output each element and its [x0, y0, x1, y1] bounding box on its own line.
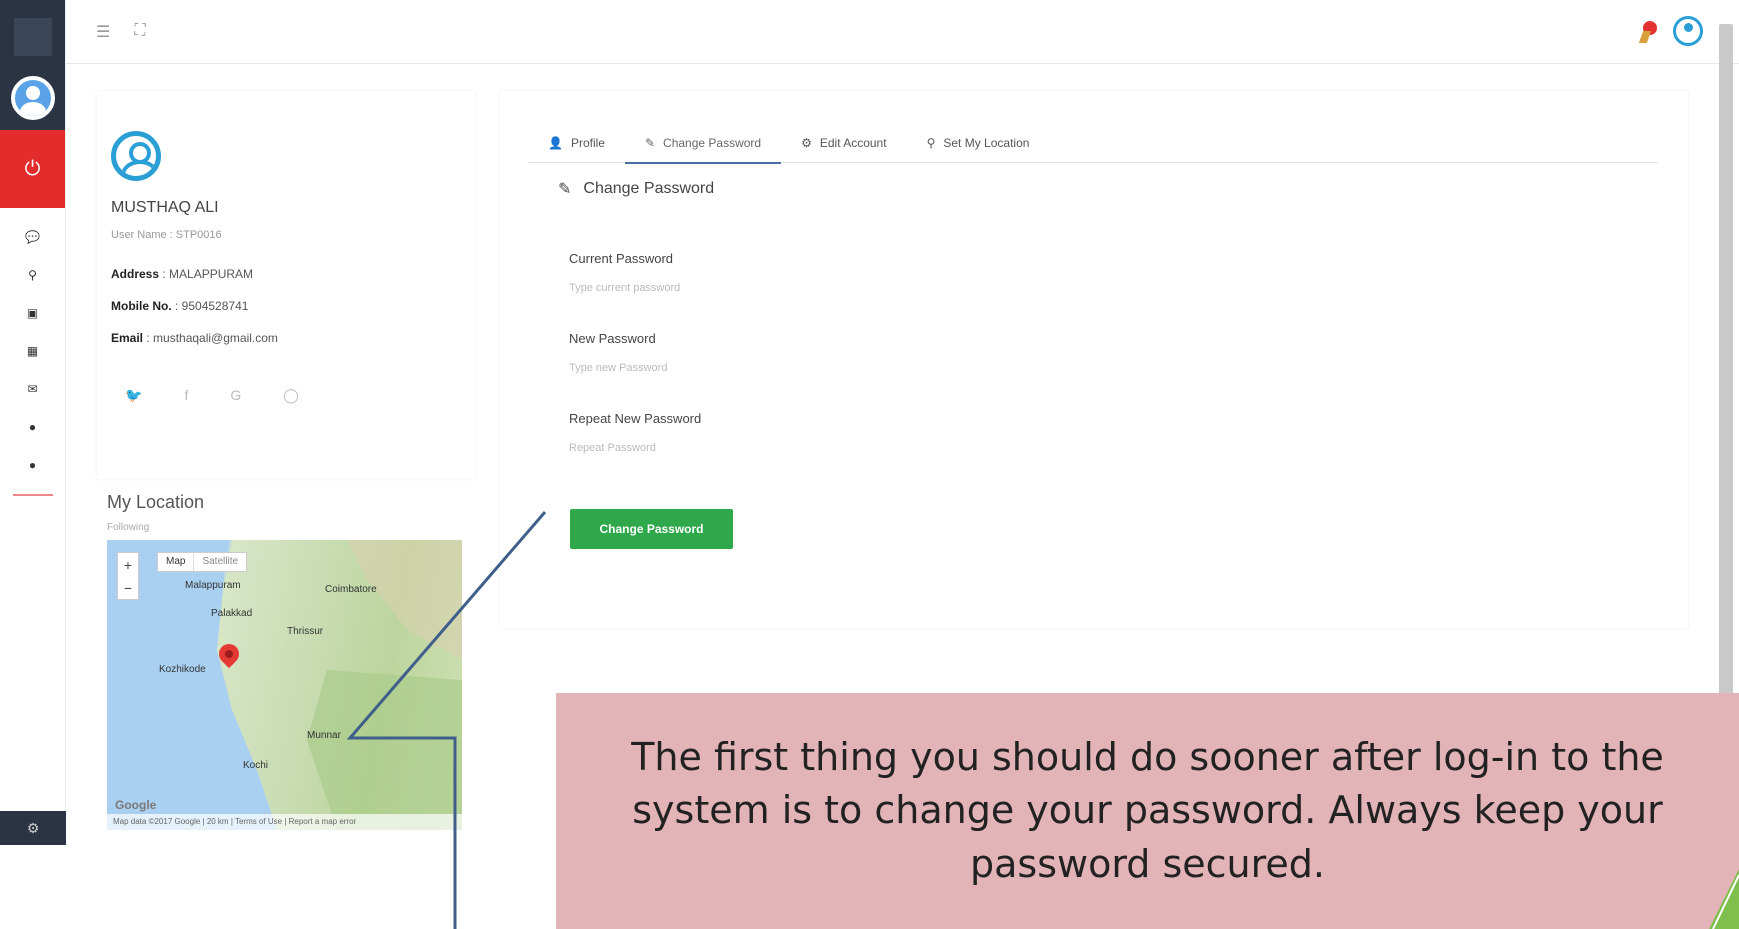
current-password-label: Current Password — [569, 251, 674, 266]
map-label-kozhikode: Kozhikode — [159, 664, 206, 675]
callout-text: The first thing you should do sooner aft… — [631, 735, 1664, 886]
corner-decoration-icon — [1709, 869, 1739, 929]
gear-icon: ⚙ — [801, 136, 812, 150]
tab-label: Profile — [570, 136, 605, 150]
sidebar-settings-button[interactable]: ⚙ — [0, 811, 66, 845]
sidebar-item-location[interactable]: ⚲ — [0, 256, 65, 294]
zoom-in-icon[interactable]: + — [124, 557, 132, 573]
zoom-out-icon[interactable]: − — [124, 580, 132, 596]
map-label-malappuram: Malappuram — [185, 580, 241, 591]
mobile-label: Mobile No. — [111, 299, 172, 313]
location-map[interactable]: + − Map Satellite Malappuram Coimbatore … — [107, 540, 462, 830]
profile-card: MUSTHAQ ALI User Name : STP0016 Address … — [97, 91, 475, 479]
form-title: ✎ Change Password — [558, 179, 714, 199]
map-terrain — [107, 540, 462, 830]
pin-icon: ● — [28, 458, 37, 472]
sidebar-item-gallery[interactable]: ▣ — [0, 294, 65, 332]
map-type-map[interactable]: Map — [158, 553, 193, 571]
account-settings-panel: 👤 Profile ✎ Change Password ⚙ Edit Accou… — [500, 91, 1688, 628]
tab-edit-account[interactable]: ⚙ Edit Account — [781, 123, 906, 163]
power-icon: ⏻ — [24, 157, 41, 180]
current-password-input[interactable] — [569, 277, 1129, 299]
sidebar-item-markers[interactable]: ● — [0, 446, 65, 484]
address-label: Address — [111, 267, 160, 281]
address-value: : MALAPPURAM — [159, 267, 254, 281]
sidebar-item-comments[interactable]: ✉ — [0, 370, 65, 408]
social-links: 🐦 f G ◯ — [125, 387, 299, 404]
new-password-label: New Password — [569, 331, 656, 346]
google-plus-icon[interactable]: G — [230, 387, 241, 404]
user-icon — [10, 76, 55, 120]
settings-tabs: 👤 Profile ✎ Change Password ⚙ Edit Accou… — [528, 123, 1658, 164]
fullscreen-icon[interactable]: ⛶ — [134, 22, 145, 42]
sidebar-avatar[interactable] — [0, 66, 65, 130]
sidebar-logo — [0, 0, 65, 66]
location-subtitle: Following — [107, 522, 150, 533]
tab-set-location[interactable]: ⚲ Set My Location — [907, 123, 1050, 163]
mobile-value: : 9504528741 — [171, 299, 249, 313]
github-icon[interactable]: ◯ — [283, 387, 299, 404]
menu-icon[interactable]: ☰ — [96, 22, 110, 42]
pin-icon: ⚲ — [926, 136, 936, 150]
map-zoom-control[interactable]: + − — [117, 552, 139, 600]
profile-email: Email : musthaqali@gmail.com — [111, 331, 278, 345]
map-type-satellite[interactable]: Satellite — [193, 553, 246, 571]
sidebar-item-messages[interactable]: 💬 — [0, 218, 65, 256]
map-label-coimbatore: Coimbatore — [325, 584, 377, 595]
sidebar-item-dashboard[interactable]: ▦ — [0, 332, 65, 370]
email-label: Email — [111, 331, 144, 345]
gear-icon: ⚙ — [26, 819, 40, 836]
repeat-password-label: Repeat New Password — [569, 411, 702, 426]
google-logo: Google — [115, 798, 157, 812]
annotation-callout: The first thing you should do sooner aft… — [556, 693, 1739, 929]
chat-icon: 💬 — [25, 230, 40, 244]
tab-label: Set My Location — [943, 136, 1030, 150]
map-label-palakkad: Palakkad — [211, 608, 253, 619]
tab-change-password[interactable]: ✎ Change Password — [624, 123, 782, 164]
pencil-icon: ✎ — [558, 181, 572, 198]
location-card: My Location Following + − Map Satellite … — [97, 482, 475, 842]
map-type-toggle[interactable]: Map Satellite — [157, 552, 248, 572]
left-sidebar: ⏻ 💬 ⚲ ▣ ▦ ✉ ● ● ⚙ — [0, 0, 66, 845]
notification-icon[interactable] — [1641, 19, 1659, 43]
location-title: My Location — [107, 492, 205, 512]
map-attribution: Map data ©2017 Google | 20 km | Terms of… — [107, 814, 462, 830]
repeat-password-input[interactable] — [569, 437, 1129, 459]
top-bar: ☰ ⛶ — [66, 0, 1739, 64]
tab-label: Edit Account — [819, 136, 887, 150]
user-icon: 👤 — [548, 136, 563, 150]
change-password-button[interactable]: Change Password — [570, 509, 733, 549]
user-avatar[interactable] — [1673, 16, 1703, 46]
pin-icon: ⚲ — [28, 268, 37, 282]
email-value: : musthaqali@gmail.com — [143, 331, 278, 345]
tab-profile[interactable]: 👤 Profile — [528, 123, 625, 163]
grid-icon: ▦ — [26, 344, 39, 358]
profile-mobile: Mobile No. : 9504528741 — [111, 299, 248, 313]
profile-username: User Name : STP0016 — [111, 229, 222, 241]
sidebar-divider — [12, 494, 53, 496]
image-icon: ▣ — [26, 306, 39, 320]
sidebar-item-places[interactable]: ● — [0, 408, 65, 446]
pencil-icon: ✎ — [644, 136, 656, 150]
logout-button[interactable]: ⏻ — [0, 130, 65, 208]
pin-icon: ● — [28, 420, 37, 434]
map-label-thrissur: Thrissur — [287, 626, 324, 637]
new-password-input[interactable] — [569, 357, 1129, 379]
map-label-kochi: Kochi — [243, 760, 269, 771]
tab-label: Change Password — [663, 136, 762, 150]
form-title-text: Change Password — [583, 180, 715, 197]
profile-address: Address : MALAPPURAM — [111, 267, 253, 281]
twitter-icon[interactable]: 🐦 — [125, 387, 142, 404]
facebook-icon[interactable]: f — [184, 387, 188, 404]
comments-icon: ✉ — [27, 382, 38, 396]
profile-name: MUSTHAQ ALI — [111, 199, 219, 216]
user-icon — [111, 131, 161, 181]
map-label-munnar: Munnar — [307, 730, 341, 741]
